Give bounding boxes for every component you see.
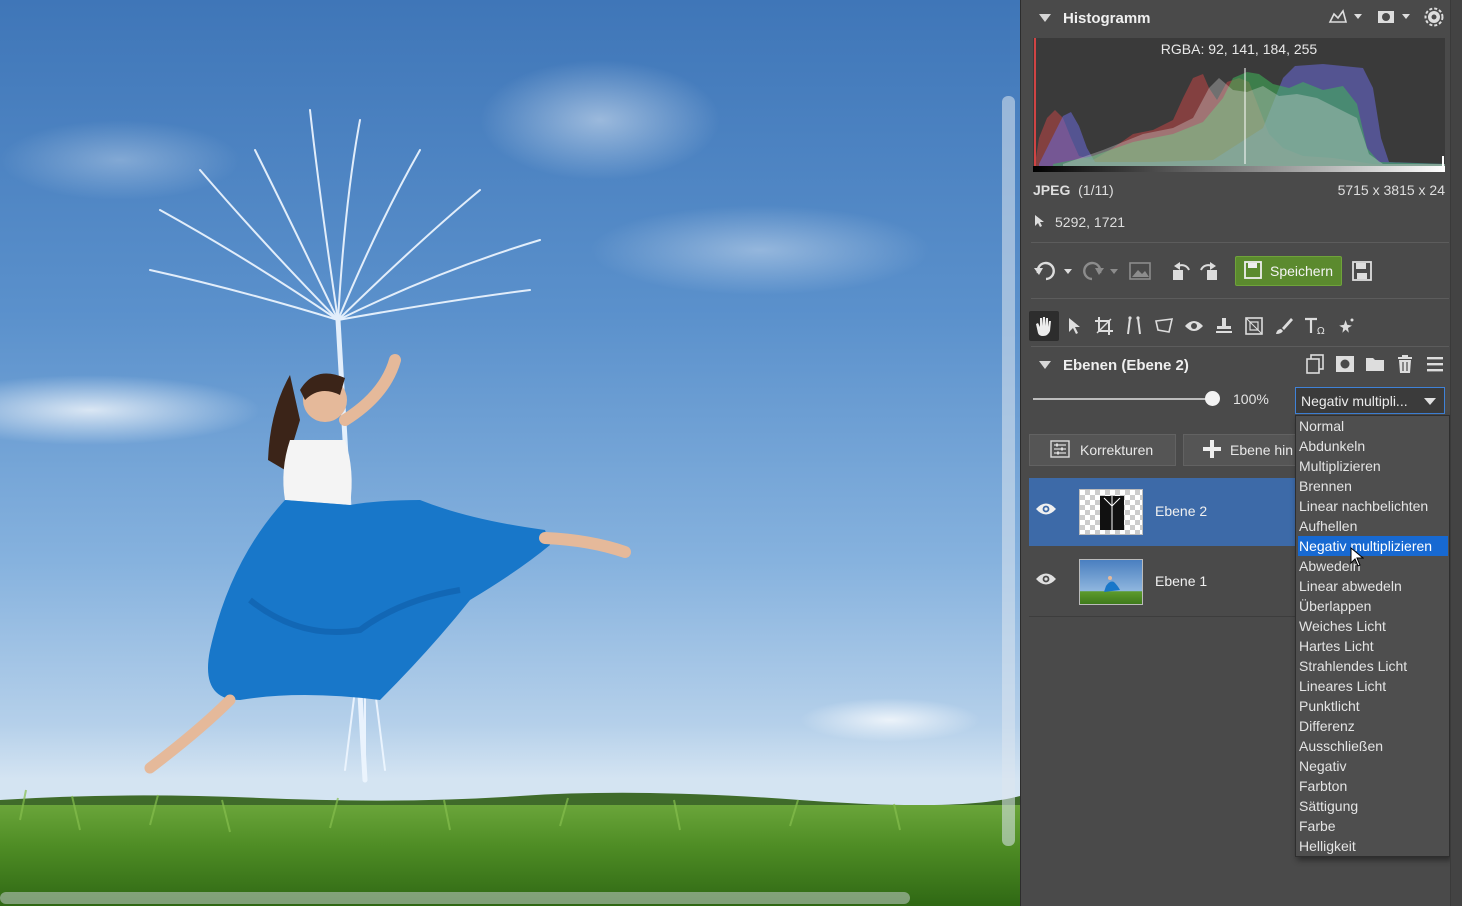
blend-option[interactable]: Weiches Licht: [1298, 616, 1448, 636]
blend-option[interactable]: Lineares Licht: [1298, 676, 1448, 696]
histogram-settings-icon[interactable]: [1423, 6, 1445, 28]
histogram-title: Histogramm: [1063, 9, 1151, 27]
blend-option[interactable]: Farbton: [1298, 776, 1448, 796]
blend-option[interactable]: Normal: [1298, 416, 1448, 436]
layer-thumbnail: [1079, 489, 1143, 535]
hand-icon: [1036, 317, 1051, 336]
blend-mode-select[interactable]: Negativ multipli...: [1295, 387, 1445, 414]
add-layer-button[interactable]: Ebene hin: [1183, 434, 1297, 466]
effects-icon[interactable]: [1333, 312, 1359, 340]
vertical-scrollbar[interactable]: [1002, 96, 1015, 846]
panel-scrollbar[interactable]: [1450, 0, 1462, 906]
select-arrow-icon[interactable]: [1061, 312, 1087, 340]
collapse-caret-icon[interactable]: [1039, 14, 1051, 22]
format-label: JPEG: [1033, 182, 1071, 198]
blend-mode-menu[interactable]: Normal Abdunkeln Multiplizieren Brennen …: [1295, 415, 1450, 857]
blend-option[interactable]: Hartes Licht: [1298, 636, 1448, 656]
cursor-coords: 5292, 1721: [1055, 214, 1126, 230]
rotate-left-icon[interactable]: [1169, 258, 1193, 284]
blend-option[interactable]: Differenz: [1298, 716, 1448, 736]
delete-layer-icon[interactable]: [1393, 352, 1417, 376]
layer-thumbnail: [1079, 559, 1143, 605]
image-dimensions: 5715 x 3815 x 24: [1337, 182, 1445, 198]
redo-icon[interactable]: [1079, 258, 1123, 284]
histogram-graph: RGBA: 92, 141, 184, 255: [1033, 38, 1445, 172]
chevron-down-icon: [1424, 398, 1436, 405]
image-canvas[interactable]: [0, 0, 1020, 906]
corrections-label: Korrekturen: [1080, 442, 1154, 458]
mouse-cursor-icon: [1350, 546, 1365, 572]
brush-icon[interactable]: [1271, 312, 1297, 340]
histogram-mode-icon[interactable]: [1327, 7, 1367, 27]
layer-mask-icon[interactable]: [1333, 352, 1357, 376]
blend-option[interactable]: Farbe: [1298, 816, 1448, 836]
layer-name: Ebene 2: [1155, 503, 1208, 519]
svg-text:Ω: Ω: [1317, 326, 1325, 336]
blend-option[interactable]: Abdunkeln: [1298, 436, 1448, 456]
plus-icon: [1202, 439, 1222, 462]
blend-option[interactable]: Linear nachbelichten: [1298, 496, 1448, 516]
divider: [1031, 298, 1449, 299]
hand-tool[interactable]: [1029, 311, 1059, 341]
folder-icon[interactable]: [1363, 352, 1387, 376]
rgba-readout: RGBA: 92, 141, 184, 255: [1160, 41, 1318, 57]
blend-option[interactable]: Linear abwedeln: [1298, 576, 1448, 596]
perspective-icon[interactable]: [1151, 312, 1177, 340]
blend-option[interactable]: Aufhellen: [1298, 516, 1448, 536]
image-index: (1/11): [1078, 182, 1114, 198]
collapse-caret-icon[interactable]: [1039, 361, 1051, 369]
crop-icon[interactable]: [1091, 312, 1117, 340]
blend-option[interactable]: Überlappen: [1298, 596, 1448, 616]
opacity-slider[interactable]: [1033, 398, 1213, 400]
blend-option[interactable]: Strahlendes Licht: [1298, 656, 1448, 676]
right-panel: Histogramm RGBA: 92, 141, 184, 255 JPEG …: [1020, 0, 1462, 906]
layer-name: Ebene 1: [1155, 573, 1208, 589]
clone-stamp-icon[interactable]: [1211, 312, 1237, 340]
pointer-icon: [1033, 214, 1045, 231]
histogram-channel-icon[interactable]: [1375, 7, 1415, 27]
opacity-value: 100%: [1233, 391, 1269, 407]
save-button[interactable]: Speichern: [1235, 256, 1342, 286]
blend-option[interactable]: Negativ: [1298, 756, 1448, 776]
opacity-slider-handle[interactable]: [1205, 391, 1220, 406]
horizontal-scrollbar[interactable]: [0, 892, 910, 904]
rotate-right-icon[interactable]: [1197, 258, 1221, 284]
add-layer-label: Ebene hin: [1230, 442, 1294, 458]
save-button-label: Speichern: [1270, 263, 1334, 279]
undo-icon[interactable]: [1031, 258, 1075, 284]
straighten-icon[interactable]: [1121, 312, 1147, 340]
save-icon: [1244, 260, 1262, 282]
blend-option-selected[interactable]: Negativ multiplizieren: [1298, 536, 1448, 556]
divider: [1031, 346, 1449, 347]
blend-mode-value: Negativ multipli...: [1301, 392, 1408, 409]
eye-icon[interactable]: [1035, 502, 1057, 521]
blend-option[interactable]: Multiplizieren: [1298, 456, 1448, 476]
duplicate-layer-icon[interactable]: [1303, 352, 1327, 376]
blend-option[interactable]: Brennen: [1298, 476, 1448, 496]
divider: [1031, 242, 1449, 243]
cursor-info-row: 5292, 1721: [1033, 214, 1445, 231]
sliders-icon: [1050, 439, 1070, 461]
image-icon[interactable]: [1127, 258, 1153, 284]
blend-option[interactable]: Punktlicht: [1298, 696, 1448, 716]
layers-title: Ebenen (Ebene 2): [1063, 356, 1189, 374]
transform-icon[interactable]: [1241, 312, 1267, 340]
blend-option[interactable]: Abwedeln: [1298, 556, 1448, 576]
image-info-row: JPEG (1/11) 5715 x 3815 x 24: [1033, 182, 1445, 198]
format-info: JPEG (1/11): [1033, 182, 1114, 198]
red-eye-icon[interactable]: [1181, 312, 1207, 340]
eye-icon[interactable]: [1035, 572, 1057, 591]
corrections-button[interactable]: Korrekturen: [1029, 434, 1176, 466]
blend-option[interactable]: Sättigung: [1298, 796, 1448, 816]
blend-option[interactable]: Ausschließen: [1298, 736, 1448, 756]
save-as-icon[interactable]: [1349, 258, 1375, 284]
blend-option[interactable]: Helligkeit: [1298, 836, 1448, 856]
text-icon[interactable]: Ω: [1301, 312, 1329, 340]
photo: [0, 60, 1020, 906]
layers-menu-icon[interactable]: [1423, 352, 1447, 376]
